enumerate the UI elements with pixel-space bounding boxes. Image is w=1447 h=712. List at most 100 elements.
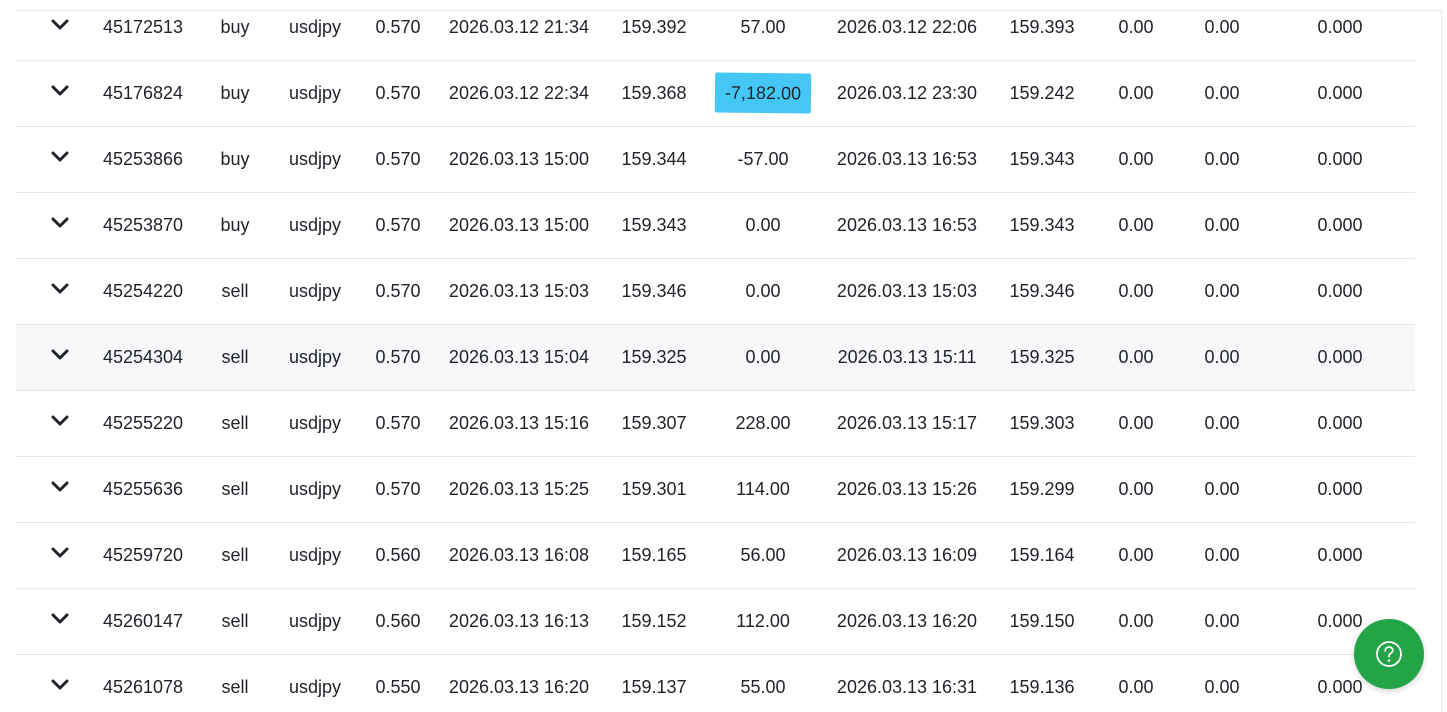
swap-cell: 0.00 — [1204, 215, 1240, 235]
table-row[interactable]: 45255636 sell usdjpy 0.570 2026.03.13 15:25 1… — [16, 457, 1415, 523]
commission-cell: 0.00 — [1118, 545, 1154, 565]
ticket-cell: 45172513 — [102, 17, 184, 37]
symbol-cell: usdjpy — [288, 611, 342, 631]
chevron-down-icon[interactable] — [51, 85, 69, 97]
ticket-cell: 45255220 — [102, 413, 184, 433]
table-row[interactable]: 45172513 buy usdjpy 0.570 2026.03.12 21:34 15… — [16, 0, 1415, 61]
table-row[interactable]: 45253866 buy usdjpy 0.570 2026.03.13 15:00 15… — [16, 127, 1415, 193]
table-row[interactable]: 45259720 sell usdjpy 0.560 2026.03.13 16:08 1… — [16, 523, 1415, 589]
type-cell: sell — [221, 413, 249, 433]
table-row[interactable]: 45261078 sell usdjpy 0.550 2026.03.13 16:20 1… — [16, 655, 1415, 712]
close-price-cell: 159.346 — [1009, 281, 1075, 301]
volume-cell: 0.570 — [375, 215, 421, 235]
commission-cell: 0.00 — [1118, 83, 1154, 103]
type-cell: buy — [220, 83, 250, 103]
close-time-cell: 2026.03.13 15:03 — [836, 281, 978, 301]
open-time-cell: 2026.03.13 15:16 — [448, 413, 590, 433]
symbol-cell: usdjpy — [288, 677, 342, 697]
chevron-down-icon[interactable] — [51, 19, 69, 31]
ticket-cell: 45261078 — [102, 677, 184, 697]
ticket-cell: 45253866 — [102, 149, 184, 169]
volume-cell: 0.550 — [375, 677, 421, 697]
chevron-down-icon[interactable] — [51, 679, 69, 691]
chevron-down-icon[interactable] — [51, 349, 69, 361]
volume-cell: 0.560 — [375, 611, 421, 631]
open-time-cell: 2026.03.12 22:34 — [448, 83, 590, 103]
commission-cell: 0.00 — [1118, 347, 1154, 367]
profit-cell: 114.00 — [736, 479, 790, 499]
open-price-cell: 159.137 — [621, 677, 687, 697]
open-time-cell: 2026.03.13 15:03 — [448, 281, 590, 301]
profit-cell: 228.00 — [735, 413, 791, 433]
chevron-down-icon[interactable] — [51, 151, 69, 163]
help-button[interactable] — [1354, 619, 1424, 689]
ticket-cell: 45253870 — [102, 215, 184, 235]
profit-cell: 112.00 — [736, 611, 790, 631]
profit-cell: 56.00 — [740, 545, 786, 565]
open-price-cell: 159.368 — [621, 83, 687, 103]
commission-cell: 0.00 — [1118, 17, 1154, 37]
profit-cell: 0.00 — [745, 281, 781, 301]
volume-cell: 0.570 — [375, 479, 421, 499]
highlighted-profit-value: -7,182.00 — [714, 72, 812, 114]
profit-cell: -57.00 — [737, 149, 789, 169]
symbol-cell: usdjpy — [288, 545, 342, 565]
ticket-cell: 45260147 — [102, 611, 184, 631]
open-price-cell: 159.307 — [621, 413, 687, 433]
volume-cell: 0.570 — [375, 413, 421, 433]
close-price-cell: 159.164 — [1009, 545, 1075, 565]
open-time-cell: 2026.03.13 16:13 — [448, 611, 590, 631]
volume-cell: 0.570 — [375, 83, 421, 103]
close-time-cell: 2026.03.13 16:31 — [836, 677, 978, 697]
table-row[interactable]: 45260147 sell usdjpy 0.560 2026.03.13 16:13 1… — [16, 589, 1415, 655]
volume-cell: 0.570 — [375, 281, 421, 301]
open-time-cell: 2026.03.13 15:00 — [448, 149, 590, 169]
open-price-cell: 159.344 — [621, 149, 687, 169]
type-cell: sell — [221, 677, 249, 697]
chevron-down-icon[interactable] — [51, 283, 69, 295]
open-price-cell: 159.301 — [621, 479, 687, 499]
close-time-cell: 2026.03.13 16:53 — [836, 215, 978, 235]
symbol-cell: usdjpy — [288, 83, 342, 103]
chevron-down-icon[interactable] — [51, 415, 69, 427]
table-row[interactable]: 45176824 buy usdjpy 0.570 2026.03.12 22:34 15… — [16, 61, 1415, 127]
close-time-cell: 2026.03.12 22:06 — [836, 17, 978, 37]
open-time-cell: 2026.03.13 16:20 — [448, 677, 590, 697]
table-row[interactable]: 45255220 sell usdjpy 0.570 2026.03.13 15:16 1… — [16, 391, 1415, 457]
type-cell: buy — [220, 17, 250, 37]
chevron-down-icon[interactable] — [51, 613, 69, 625]
extra-cell: 0.000 — [1317, 17, 1363, 37]
extra-cell: 0.000 — [1317, 413, 1363, 433]
extra-cell: 0.000 — [1317, 215, 1363, 235]
profit-cell: -7,182.00 — [714, 61, 812, 126]
chevron-down-icon[interactable] — [51, 547, 69, 559]
open-price-cell: 159.165 — [621, 545, 687, 565]
close-price-cell: 159.393 — [1009, 17, 1075, 37]
chevron-down-icon[interactable] — [51, 217, 69, 229]
trade-history-page: 45172513 buy usdjpy 0.570 2026.03.12 21:34 15… — [0, 0, 1447, 712]
profit-cell: 0.00 — [745, 215, 781, 235]
volume-cell: 0.560 — [375, 545, 421, 565]
extra-cell: 0.000 — [1317, 149, 1363, 169]
profit-cell: 57.00 — [740, 17, 786, 37]
table-row[interactable]: 45254220 sell usdjpy 0.570 2026.03.13 15:03 1… — [16, 259, 1415, 325]
swap-cell: 0.00 — [1204, 17, 1240, 37]
symbol-cell: usdjpy — [288, 281, 342, 301]
volume-cell: 0.570 — [375, 347, 421, 367]
table-row[interactable]: 45253870 buy usdjpy 0.570 2026.03.13 15:00 15… — [16, 193, 1415, 259]
volume-cell: 0.570 — [375, 17, 421, 37]
type-cell: sell — [221, 545, 249, 565]
type-cell: sell — [221, 479, 249, 499]
open-price-cell: 159.343 — [621, 215, 687, 235]
close-time-cell: 2026.03.13 16:09 — [836, 545, 978, 565]
ticket-cell: 45176824 — [102, 83, 184, 103]
open-time-cell: 2026.03.12 21:34 — [448, 17, 590, 37]
table-row[interactable]: 45254304 sell usdjpy 0.570 2026.03.13 15:04 1… — [16, 325, 1415, 391]
open-price-cell: 159.346 — [621, 281, 687, 301]
profit-cell: 55.00 — [740, 677, 786, 697]
ticket-cell: 45255636 — [102, 479, 184, 499]
swap-cell: 0.00 — [1204, 281, 1240, 301]
commission-cell: 0.00 — [1118, 281, 1154, 301]
close-price-cell: 159.325 — [1009, 347, 1075, 367]
chevron-down-icon[interactable] — [51, 481, 69, 493]
